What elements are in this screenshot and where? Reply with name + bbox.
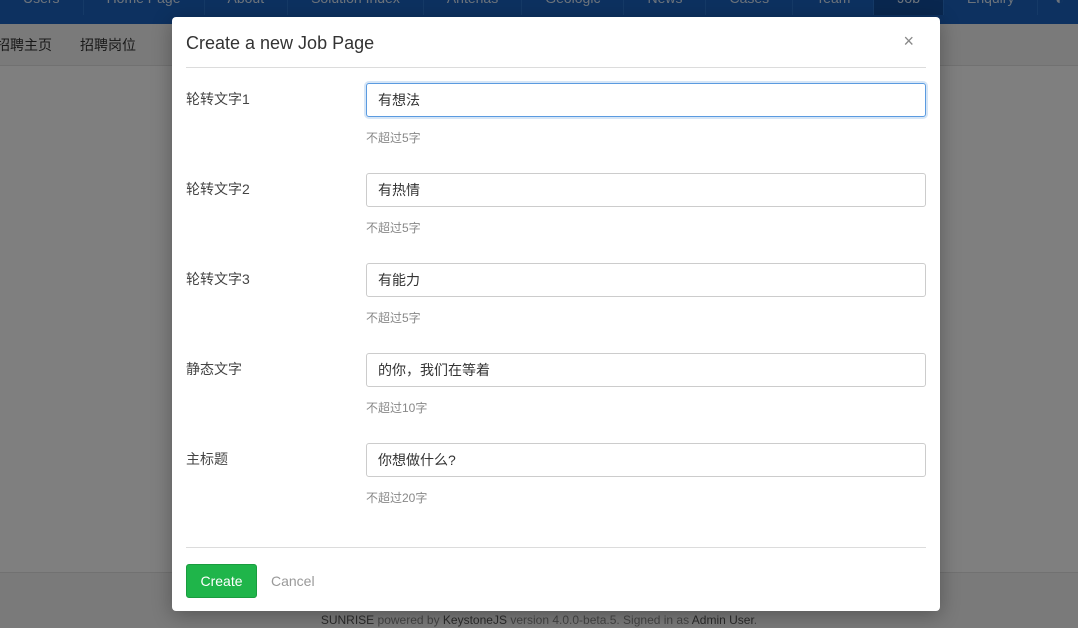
field-label: 静态文字 — [186, 361, 242, 377]
form-row-main-title: 主标题 不超过20字 — [186, 443, 926, 533]
rotating-text-3-input[interactable] — [366, 263, 926, 297]
field-label: 轮转文字1 — [186, 91, 250, 107]
modal-footer: Create Cancel — [186, 547, 926, 611]
create-job-page-modal: Create a new Job Page × 轮转文字1 不超过5字 轮转文字… — [172, 17, 940, 611]
form-row-rotating-text-2: 轮转文字2 不超过5字 — [186, 173, 926, 263]
rotating-text-2-input[interactable] — [366, 173, 926, 207]
field-label: 轮转文字3 — [186, 271, 250, 287]
main-title-input[interactable] — [366, 443, 926, 477]
form-row-static-text: 静态文字 不超过10字 — [186, 353, 926, 443]
form-row-rotating-text-1: 轮转文字1 不超过5字 — [186, 83, 926, 173]
create-button[interactable]: Create — [186, 564, 257, 598]
modal-title: Create a new Job Page — [186, 33, 375, 53]
form-row-rotating-text-3: 轮转文字3 不超过5字 — [186, 263, 926, 353]
field-help: 不超过5字 — [366, 221, 421, 235]
field-help: 不超过5字 — [366, 131, 421, 145]
field-help: 不超过10字 — [366, 401, 428, 415]
field-help: 不超过20字 — [366, 491, 428, 505]
cancel-button[interactable]: Cancel — [262, 564, 324, 598]
field-label: 轮转文字2 — [186, 181, 250, 197]
field-label: 主标题 — [186, 451, 228, 467]
field-help: 不超过5字 — [366, 311, 421, 325]
static-text-input[interactable] — [366, 353, 926, 387]
close-icon[interactable]: × — [903, 32, 914, 50]
modal-header: Create a new Job Page × — [186, 17, 926, 68]
rotating-text-1-input[interactable] — [366, 83, 926, 117]
